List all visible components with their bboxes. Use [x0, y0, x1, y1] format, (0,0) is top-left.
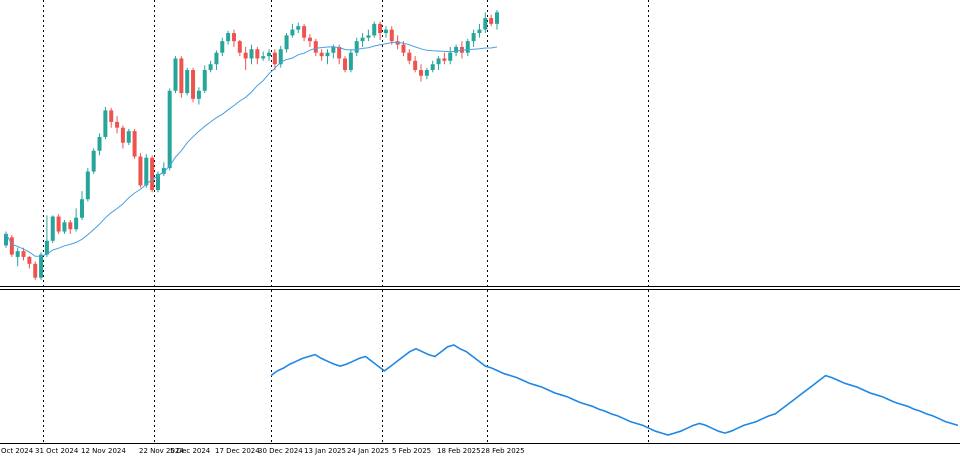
candle-body-80: [471, 33, 476, 42]
chart-root: Oct 2024 31 Oct 2024 12 Nov 2024 22 Nov 202…: [0, 0, 960, 460]
candle-body-13: [79, 199, 84, 218]
candle-body-16: [97, 136, 102, 151]
candle-body-51: [302, 26, 307, 38]
candle-body-74: [436, 58, 441, 65]
candle-body-42: [249, 49, 254, 59]
candle-body-9: [56, 216, 61, 232]
candle-body-38: [226, 33, 231, 42]
candle-body-15: [91, 150, 96, 172]
candle-body-70: [413, 60, 418, 70]
candle-body-66: [389, 29, 394, 42]
candle-body-72: [424, 70, 429, 76]
candle-body-77: [454, 46, 459, 53]
candle-body-79: [465, 41, 470, 53]
candle-body-10: [62, 222, 67, 232]
candle-body-21: [126, 131, 131, 143]
candle-body-5: [33, 263, 38, 278]
date-label-10: 18 Feb 2025: [437, 447, 481, 455]
date-label-8: 24 Jan 2025: [347, 447, 389, 455]
date-label-9: 5 Feb 2025: [392, 447, 431, 455]
candle-body-31: [185, 70, 190, 94]
date-label-11: 28 Feb 2025: [481, 447, 525, 455]
candle-body-69: [407, 52, 412, 61]
candle-body-23: [138, 156, 143, 186]
candle-body-18: [109, 110, 114, 122]
candle-body-2: [15, 251, 20, 257]
candle-body-84: [495, 12, 499, 24]
candle-body-45: [267, 52, 272, 57]
candle-body-28: [167, 90, 172, 169]
candle-body-20: [120, 127, 125, 143]
candle-body-50: [296, 26, 301, 30]
candle-body-17: [103, 110, 108, 137]
chart-background: [0, 0, 960, 460]
candle-body-60: [354, 41, 359, 53]
candle-body-61: [360, 37, 365, 42]
candle-body-83: [489, 18, 494, 24]
candle-body-53: [313, 41, 318, 53]
candle-body-43: [255, 49, 260, 59]
candle-body-55: [325, 52, 330, 57]
candle-body-7: [44, 240, 49, 255]
candle-body-30: [179, 58, 184, 94]
candle-body-32: [191, 70, 196, 99]
candle-body-49: [290, 29, 295, 36]
date-label-0: Oct 2024: [1, 447, 34, 455]
candle-body-56: [331, 46, 336, 53]
candle-body-11: [68, 222, 73, 230]
candle-body-37: [220, 41, 225, 53]
candle-body-12: [74, 217, 79, 230]
candle-body-36: [214, 52, 219, 65]
candle-body-4: [27, 256, 32, 264]
candle-body-71: [419, 70, 424, 76]
candle-body-76: [448, 52, 453, 61]
candle-body-39: [231, 33, 236, 42]
candle-body-22: [132, 131, 137, 157]
candle-body-19: [115, 121, 120, 128]
price-and-indicator-chart: Oct 2024 31 Oct 2024 12 Nov 2024 22 Nov 202…: [0, 0, 960, 460]
candle-body-14: [85, 171, 90, 200]
candle-body-58: [343, 58, 348, 70]
candle-body-46: [272, 52, 277, 65]
candle-body-25: [150, 157, 155, 190]
candle-body-41: [243, 52, 248, 59]
candle-body-75: [442, 58, 447, 61]
candle-body-64: [378, 23, 383, 34]
candle-body-57: [337, 46, 342, 59]
candle-body-62: [366, 35, 371, 38]
candle-body-8: [50, 216, 55, 241]
candle-body-1: [9, 237, 14, 255]
candle-body-54: [319, 52, 324, 57]
candle-body-81: [477, 29, 482, 34]
candle-body-40: [237, 41, 242, 53]
candle-body-34: [202, 70, 207, 91]
date-label-4: 5 Dec 2024: [170, 447, 211, 455]
candle-body-48: [284, 35, 289, 50]
candle-body-68: [401, 44, 406, 53]
candle-body-35: [208, 64, 213, 70]
candle-body-65: [383, 29, 388, 34]
candle-body-44: [261, 56, 266, 59]
candle-body-29: [173, 58, 178, 91]
candle-body-63: [372, 23, 377, 36]
date-label-6: 30 Dec 2024: [258, 447, 303, 455]
candle-body-59: [348, 52, 353, 70]
candle-body-3: [21, 251, 26, 257]
candle-body-6: [39, 254, 44, 278]
candle-body-33: [196, 90, 201, 99]
date-label-5: 17 Dec 2024: [215, 447, 260, 455]
date-label-2: 12 Nov 2024: [81, 447, 126, 455]
date-label-1: 31 Oct 2024: [35, 447, 79, 455]
candle-body-52: [307, 37, 312, 42]
candle-body-73: [430, 64, 435, 70]
candle-body-24: [144, 157, 149, 186]
candle-body-82: [483, 18, 488, 30]
date-label-7: 13 Jan 2025: [304, 447, 346, 455]
